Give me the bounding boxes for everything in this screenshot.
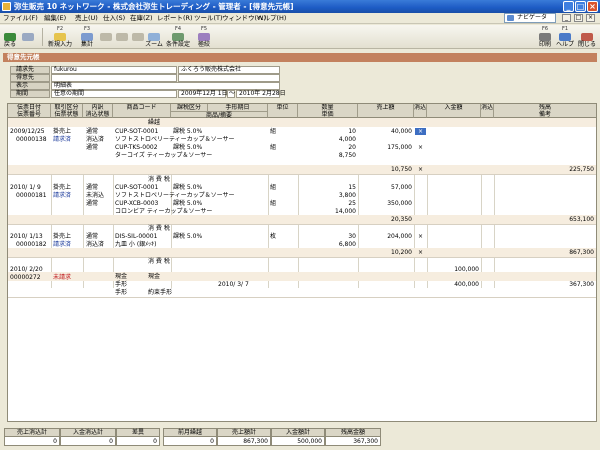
exit-door-icon <box>581 33 593 41</box>
printer-icon <box>539 33 551 41</box>
condition-button[interactable]: F4 条件設定 <box>164 26 192 48</box>
cleared-mark-selected[interactable]: × <box>415 128 426 135</box>
cleared-mark[interactable]: × <box>418 249 423 256</box>
total-button[interactable]: F3 集計 <box>77 26 97 48</box>
menu-purchase[interactable]: 仕入(S) <box>103 14 125 23</box>
disabled-tool-icon <box>132 33 144 41</box>
col-balance[interactable]: 残高 備考 <box>494 104 596 118</box>
disabled-tool-icon <box>116 33 128 41</box>
toolbar: 戻る F2 新規入力 F3 集計 ズーム F4 条件設定 F5 極絞 F6 印刷… <box>0 25 600 49</box>
col-cleared[interactable]: 消込 <box>414 104 427 118</box>
menu-edit[interactable]: 編集(E) <box>44 14 66 23</box>
menu-help[interactable]: ヘルプ(H) <box>257 14 286 23</box>
period-type: 任意の期間 <box>51 90 177 98</box>
close-window-button[interactable]: × <box>587 1 598 12</box>
window-title: 弥生販売 10 ネットワーク - 株式会社弥生トレーディング - 管理者 - [… <box>14 2 294 11</box>
close-button[interactable]: 閉じる <box>576 26 598 48</box>
new-entry-button[interactable]: F2 新規入力 <box>46 26 74 48</box>
maximize-button[interactable]: □ <box>575 1 586 12</box>
customer-code <box>51 74 177 82</box>
child-close-button[interactable]: × <box>586 14 595 22</box>
total-cell: 売上額計 867,300 <box>217 428 271 446</box>
period-from: 2009年12月 1日 <box>178 90 228 98</box>
back-arrow-icon <box>4 33 16 41</box>
narrow-button[interactable]: F5 極絞 <box>194 26 214 48</box>
status-badge: 請求済 <box>53 136 72 143</box>
customer-label: 得意先 <box>10 74 50 82</box>
title-bar: 弥生販売 10 ネットワーク - 株式会社弥生トレーディング - 管理者 - [… <box>0 0 600 13</box>
billing-name: ふくろう販売株式会社 <box>178 66 280 74</box>
child-restore-button[interactable]: □ <box>574 14 583 22</box>
ledger-grid[interactable]: 伝票日付 伝票番号 取引区分 伝票状態 内訳 消込状態 商品コード 課税区分 手形期日… <box>7 103 597 422</box>
total-cell: 入金消込計 0 <box>60 428 116 446</box>
navigator-icon <box>507 15 514 21</box>
total-cell: 入金額計 500,000 <box>271 428 325 446</box>
table-row[interactable] <box>8 118 596 127</box>
col-product-code[interactable]: 商品コード <box>113 104 171 118</box>
cleared-mark[interactable]: × <box>418 233 423 240</box>
cleared-mark[interactable]: × <box>418 166 423 173</box>
help-icon <box>559 33 571 41</box>
col-date[interactable]: 伝票日付 伝票番号 <box>8 104 51 118</box>
calculator-icon <box>81 33 93 41</box>
funnel-icon <box>198 33 210 41</box>
page-header: 得意先元帳 <box>3 53 597 62</box>
period-label: 期間 <box>10 90 50 98</box>
table-row[interactable] <box>8 272 596 281</box>
col-cleared-2[interactable]: 消込 <box>481 104 494 118</box>
navigator-label: ナビゲータ <box>517 14 548 21</box>
navigator-button[interactable]: ナビゲータ <box>504 13 556 23</box>
disabled-tool-icon <box>100 33 112 41</box>
col-quantity[interactable]: 数量 単価 <box>298 104 358 118</box>
menu-tools[interactable]: ツール(T) <box>194 14 223 23</box>
forward-arrow-icon <box>22 33 34 41</box>
display-value: 明細表 <box>51 82 280 90</box>
billing-label: 請求先 <box>10 66 50 74</box>
new-document-icon <box>54 33 66 41</box>
menu-inventory[interactable]: 在庫(Z) <box>130 14 153 23</box>
menu-sales[interactable]: 売上(U) <box>75 14 98 23</box>
col-sales-amount[interactable]: 売上額 <box>358 104 414 118</box>
total-cell: 残高金額 367,300 <box>325 428 381 446</box>
col-detail[interactable]: 内訳 消込状態 <box>83 104 113 118</box>
magnifier-icon <box>148 33 160 41</box>
status-badge: 請求済 <box>53 192 72 199</box>
display-label: 表示 <box>10 82 50 90</box>
customer-name <box>178 74 280 82</box>
back-button[interactable]: 戻る <box>2 26 18 48</box>
status-badge: 請求済 <box>53 241 72 248</box>
billing-code: fukurou <box>51 66 177 74</box>
total-cell: 前月繰越 0 <box>163 428 217 446</box>
zoom-button[interactable]: ズーム <box>145 26 163 48</box>
app-icon <box>2 2 11 11</box>
menu-file[interactable]: ファイル(F) <box>3 14 38 23</box>
minimize-button[interactable]: _ <box>563 1 574 12</box>
col-payment-amount[interactable]: 入金額 <box>427 104 481 118</box>
total-cell: 差異 0 <box>116 428 160 446</box>
status-badge: 未請求 <box>53 274 72 281</box>
help-button[interactable]: F1 ヘルプ <box>556 26 574 48</box>
toolbar-separator <box>42 28 43 46</box>
menu-report[interactable]: レポート(R) <box>157 14 193 23</box>
col-trade-type[interactable]: 取引区分 伝票状態 <box>51 104 83 118</box>
period-to: 2010年 2月28日 <box>236 90 286 98</box>
forward-button[interactable] <box>20 26 36 48</box>
tool-button-blank-1[interactable] <box>99 26 113 48</box>
tool-button-blank-2[interactable] <box>115 26 129 48</box>
child-minimize-button[interactable]: _ <box>562 14 571 22</box>
print-button[interactable]: F6 印刷 <box>536 26 554 48</box>
col-product-name[interactable]: 商品/摘要 <box>171 111 268 119</box>
cleared-mark[interactable]: × <box>418 144 423 151</box>
total-cell: 売上消込計 0 <box>4 428 60 446</box>
col-unit[interactable]: 単位 <box>268 104 298 118</box>
carry-label: 繰越 <box>148 119 161 126</box>
filter-icon <box>172 33 184 41</box>
period-separator: ～ <box>227 90 236 98</box>
tool-button-blank-3[interactable] <box>131 26 145 48</box>
